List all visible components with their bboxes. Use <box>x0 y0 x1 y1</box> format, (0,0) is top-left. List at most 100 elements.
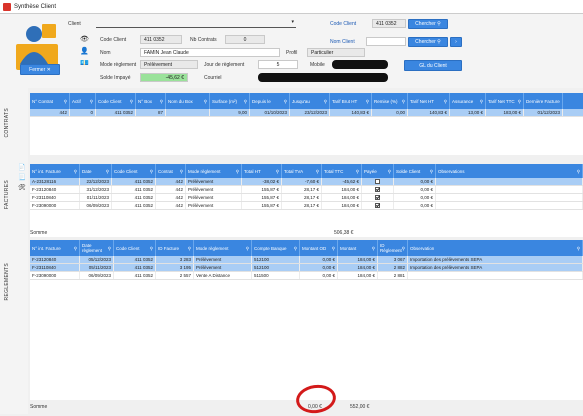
col-header[interactable]: Tarif Brut HT ⚲ <box>330 93 372 109</box>
col-header[interactable]: Tarif Net TTC ⚲ <box>486 93 524 109</box>
col-header[interactable]: Assurance ⚲ <box>450 93 486 109</box>
factures-table: N° int. Facture ⚲ Date ⚲ Code Client ⚲ Cont… <box>30 164 583 237</box>
col-header[interactable]: Code Client ⚲ <box>112 164 156 178</box>
col-header[interactable]: ID Règlement ⚲ <box>378 240 408 256</box>
contrats-side-label: CONTRATS <box>4 108 10 138</box>
next-button[interactable]: › <box>450 37 462 47</box>
code-client-label: Code Client <box>100 37 127 43</box>
nom-field[interactable]: FAMIN Jean Claude <box>140 48 280 57</box>
table-row[interactable]: F-23090000 06/09/2023 411 0352 442 Prélè… <box>30 202 583 210</box>
tools-icon[interactable]: 🛠 <box>18 184 26 192</box>
factures-somme-label: Somme <box>30 230 48 236</box>
courriel-label: Courriel <box>204 75 222 81</box>
col-header[interactable]: N° int. Facture ⚲ <box>30 240 80 256</box>
col-header[interactable]: Jusqu'au ⚲ <box>290 93 330 109</box>
contrats-table: N° Contrat ⚲ Actif ⚲ Code Client ⚲ N° Box ⚲ … <box>30 93 583 155</box>
search-code-client-label: Code Client <box>330 21 357 27</box>
col-header[interactable]: ID Facture ⚲ <box>156 240 194 256</box>
col-header[interactable]: Depuis le ⚲ <box>250 93 290 109</box>
mode-reglement-field: Prélèvement <box>140 60 198 69</box>
col-header[interactable]: Payée ⚲ <box>362 164 394 178</box>
col-header[interactable]: Total TTC ⚲ <box>322 164 362 178</box>
table-row[interactable]: F-23120840 31/12/2023 411 0352 442 Prélè… <box>30 186 583 194</box>
profil-field: Particulier <box>307 48 365 57</box>
table-row[interactable]: F-23110840 05/11/2023 411 0352 3 195 Pré… <box>30 264 583 272</box>
eye-icon[interactable]: 👁 <box>80 36 89 44</box>
col-header[interactable]: Mode règlement ⚲ <box>186 164 242 178</box>
col-header[interactable]: Nom du Box ⚲ <box>166 93 210 109</box>
col-header[interactable]: Observation ⚲ <box>408 240 583 256</box>
col-header[interactable]: Date règlement ⚲ <box>80 240 114 256</box>
col-header[interactable]: Solde Client ⚲ <box>394 164 436 178</box>
col-header[interactable]: Code Client ⚲ <box>96 93 136 109</box>
mobile-label: Mobile <box>310 62 325 68</box>
title-bar: Synthèse Client <box>0 0 583 14</box>
client-header: Fermer ✕ Client ▾ 👁 Code Client 411 0352… <box>0 14 583 88</box>
factures-somme-value: 506,38 € <box>334 230 354 236</box>
mode-reglement-label: Mode règlement <box>100 62 137 68</box>
col-header[interactable]: Date ⚲ <box>80 164 112 178</box>
reglements-somme-label: Somme <box>30 404 48 410</box>
col-header[interactable]: Contrat ⚲ <box>156 164 186 178</box>
col-header[interactable]: Compte Banque ⚲ <box>252 240 300 256</box>
contrats-header: N° Contrat ⚲ Actif ⚲ Code Client ⚲ N° Box ⚲ … <box>30 93 583 109</box>
col-header[interactable]: N° Contrat ⚲ <box>30 93 70 109</box>
table-row[interactable]: F-23090000 06/09/2023 411 0352 2 557 Ven… <box>30 272 583 280</box>
reglements-header: N° int. Facture ⚲ Date règlement ⚲ Code Cl… <box>30 240 583 256</box>
pdf-icon[interactable]: 📄 <box>18 164 25 172</box>
solde-impaye-field: -45,62 € <box>140 73 188 82</box>
reglements-somme-montant: 552,00 € <box>350 404 370 410</box>
jour-reglement-label: Jour de règlement <box>204 62 245 68</box>
chevron-right-icon: › <box>455 39 457 45</box>
col-header[interactable]: Dernière Facture <box>524 93 563 109</box>
col-header[interactable]: Montant ⚲ <box>338 240 378 256</box>
fermer-button[interactable]: Fermer ✕ <box>20 64 60 75</box>
payee-checkbox[interactable] <box>375 187 380 193</box>
user-icon: 👤 <box>80 48 89 55</box>
solde-impaye-label: Solde Impayé <box>100 75 131 81</box>
payee-checkbox[interactable] <box>375 179 380 185</box>
nb-contrats-label: Nb Contrats <box>190 37 217 43</box>
table-row[interactable]: F-23110840 01/11/2023 411 0352 442 Prélè… <box>30 194 583 202</box>
nb-contrats-field: 0 <box>225 35 265 44</box>
courriel-field-redacted <box>258 73 388 82</box>
factures-side-label: FACTURES <box>4 180 10 210</box>
reglements-table: N° int. Facture ⚲ Date règlement ⚲ Code Cl… <box>30 240 583 400</box>
col-header[interactable]: Actif ⚲ <box>70 93 96 109</box>
code-client-field: 411 0352 <box>140 35 182 44</box>
col-header[interactable]: Remise (%) ⚲ <box>372 93 408 109</box>
mobile-field-redacted <box>332 60 388 69</box>
client-select[interactable]: ▾ <box>96 19 296 28</box>
table-row[interactable]: A-23128116 22/12/2023 411 0352 442 Prélè… <box>30 178 583 186</box>
col-header[interactable]: N° int. Facture ⚲ <box>30 164 80 178</box>
table-row[interactable]: 442 0 411 0352 87 9,00 01/10/2023 23/12/… <box>30 109 583 117</box>
app-icon <box>3 2 11 11</box>
profil-label: Profil <box>286 50 298 56</box>
col-header[interactable]: Code Client ⚲ <box>114 240 156 256</box>
col-header[interactable]: Surface (m²) ⚲ <box>210 93 250 109</box>
chercher-code-button[interactable]: Chercher ⚲ <box>408 19 448 29</box>
search-code-client-field[interactable]: 411 0352 <box>372 19 406 28</box>
search-icon: ⚲ <box>437 39 441 45</box>
col-header[interactable]: Total TVA ⚲ <box>282 164 322 178</box>
col-header[interactable]: Tarif Net HT ⚲ <box>408 93 450 109</box>
close-icon: ✕ <box>46 66 51 73</box>
money-icon: 💶 <box>80 60 89 67</box>
payee-checkbox[interactable] <box>375 203 380 209</box>
col-header[interactable]: Mode règlement ⚲ <box>194 240 252 256</box>
search-icon: ⚲ <box>437 21 441 27</box>
payee-checkbox[interactable] <box>375 195 380 201</box>
col-header[interactable]: N° Box ⚲ <box>136 93 166 109</box>
document-icon[interactable]: 📃 <box>18 174 25 182</box>
col-header[interactable]: Total HT ⚲ <box>242 164 282 178</box>
reglements-side-label: REGLEMENTS <box>4 263 10 301</box>
col-header[interactable]: Observations ⚲ <box>436 164 583 178</box>
col-header[interactable]: Montant OD ⚲ <box>300 240 338 256</box>
chercher-nom-button[interactable]: Chercher ⚲ <box>408 37 448 47</box>
client-label: Client <box>68 21 81 27</box>
gl-client-button[interactable]: GL du Client <box>404 60 462 71</box>
nom-client-field[interactable] <box>366 37 406 46</box>
jour-reglement-field[interactable]: 5 <box>258 60 298 69</box>
table-row[interactable]: F-23120840 05/12/2023 411 0352 3 283 Pré… <box>30 256 583 264</box>
sidebar: CONTRATS 📄 📃 🛠 FACTURES REGLEMENTS <box>0 88 28 414</box>
